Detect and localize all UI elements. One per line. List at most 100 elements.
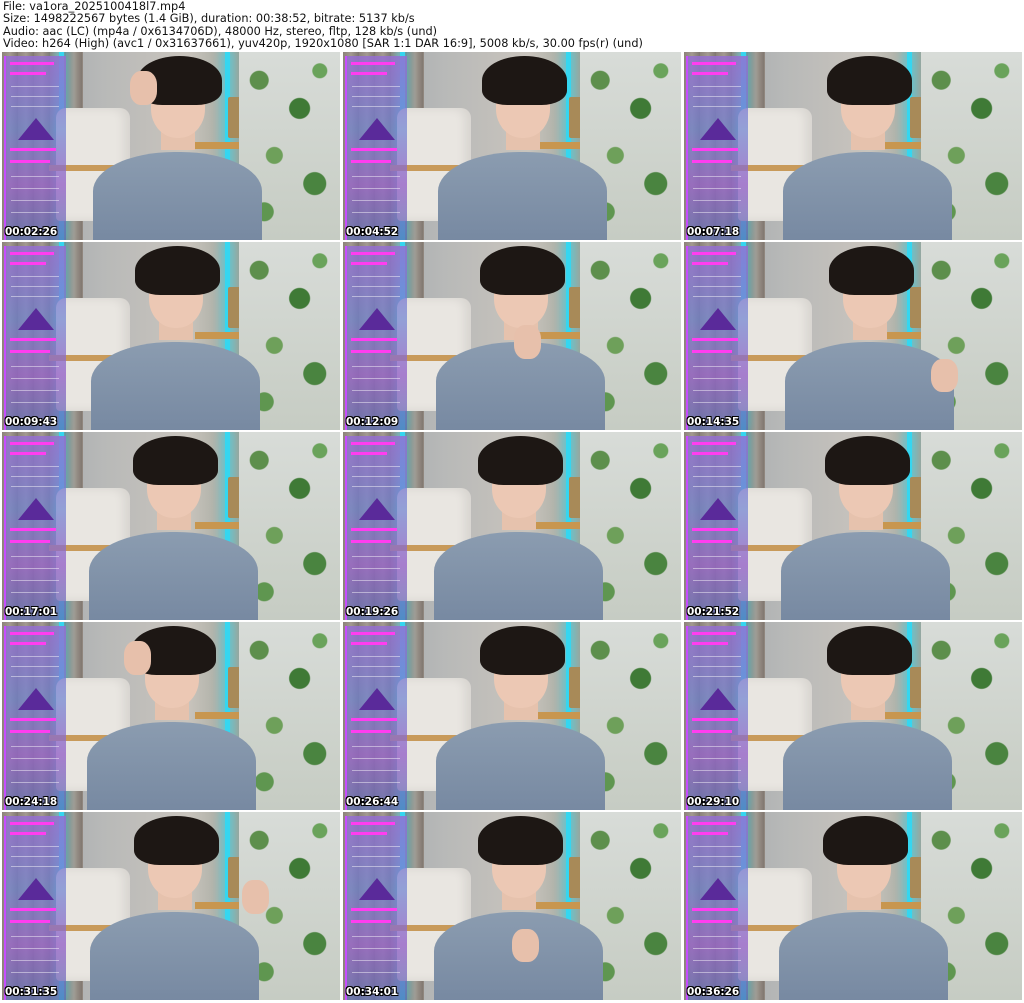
overlay-row bbox=[352, 592, 400, 593]
stream-overlay-panel bbox=[4, 626, 66, 810]
overlay-row bbox=[693, 770, 741, 771]
overlay-bar bbox=[692, 442, 736, 445]
hair bbox=[829, 245, 914, 295]
overlay-bar bbox=[351, 72, 387, 75]
hand bbox=[930, 358, 958, 393]
overlay-bar bbox=[692, 822, 736, 825]
overlay-row bbox=[352, 486, 400, 487]
overlay-bar bbox=[10, 452, 46, 455]
overlay-row bbox=[693, 656, 741, 657]
overlay-bar bbox=[692, 262, 728, 265]
overlay-row bbox=[352, 390, 400, 391]
overlay-row bbox=[693, 212, 741, 213]
overlay-row bbox=[693, 366, 741, 367]
timestamp: 00:31:35 bbox=[5, 986, 58, 998]
stream-overlay-panel bbox=[345, 56, 407, 240]
stream-overlay-panel bbox=[345, 816, 407, 1000]
overlay-bar bbox=[351, 442, 395, 445]
timestamp: 00:12:09 bbox=[346, 416, 399, 428]
overlay-bar bbox=[351, 730, 391, 733]
overlay-row bbox=[693, 296, 741, 297]
video-thumbnail: 00:14:35 bbox=[684, 242, 1022, 430]
overlay-graphic bbox=[18, 878, 54, 900]
overlay-graphic bbox=[18, 688, 54, 710]
overlay-row bbox=[352, 106, 400, 107]
overlay-row bbox=[11, 948, 59, 949]
hair bbox=[478, 815, 563, 865]
overlay-row bbox=[352, 276, 400, 277]
sweater bbox=[91, 342, 261, 430]
video-thumbnail: 00:09:43 bbox=[2, 242, 340, 430]
overlay-bar bbox=[692, 632, 736, 635]
video-thumbnail: 00:21:52 bbox=[684, 432, 1022, 620]
overlay-bar bbox=[351, 908, 397, 911]
stream-overlay-panel bbox=[686, 246, 748, 430]
overlay-row bbox=[352, 666, 400, 667]
overlay-row bbox=[11, 176, 59, 177]
timestamp: 00:29:10 bbox=[687, 796, 740, 808]
overlay-row bbox=[11, 676, 59, 677]
overlay-row bbox=[352, 758, 400, 759]
stream-overlay-panel bbox=[4, 436, 66, 620]
overlay-row bbox=[693, 856, 741, 857]
hair bbox=[823, 815, 908, 865]
overlay-row bbox=[352, 402, 400, 403]
overlay-bar bbox=[10, 832, 46, 835]
hair bbox=[478, 435, 563, 485]
overlay-row bbox=[11, 476, 59, 477]
overlay-bar bbox=[351, 642, 387, 645]
overlay-row bbox=[352, 466, 400, 467]
overlay-row bbox=[693, 592, 741, 593]
overlay-row bbox=[693, 276, 741, 277]
overlay-bar bbox=[692, 350, 732, 353]
overlay-bar bbox=[10, 528, 56, 531]
overlay-graphic bbox=[359, 498, 395, 520]
timestamp: 00:36:26 bbox=[687, 986, 740, 998]
timestamp: 00:09:43 bbox=[5, 416, 58, 428]
overlay-row bbox=[11, 276, 59, 277]
overlay-bar bbox=[351, 148, 397, 151]
overlay-graphic bbox=[700, 498, 736, 520]
stream-overlay-panel bbox=[4, 246, 66, 430]
timestamp: 00:07:18 bbox=[687, 226, 740, 238]
timestamp: 00:34:01 bbox=[346, 986, 399, 998]
overlay-row bbox=[693, 200, 741, 201]
sweater bbox=[90, 912, 260, 1000]
overlay-bar bbox=[10, 730, 50, 733]
overlay-graphic bbox=[359, 118, 395, 140]
overlay-bar bbox=[10, 252, 54, 255]
overlay-row bbox=[352, 476, 400, 477]
overlay-row bbox=[693, 960, 741, 961]
overlay-row bbox=[693, 580, 741, 581]
overlay-bar bbox=[351, 822, 395, 825]
overlay-row bbox=[693, 106, 741, 107]
sweater bbox=[434, 532, 604, 620]
overlay-row bbox=[11, 86, 59, 87]
overlay-graphic bbox=[18, 498, 54, 520]
hand bbox=[512, 928, 540, 963]
stream-overlay-panel bbox=[686, 816, 748, 1000]
hair bbox=[827, 55, 912, 105]
overlay-bar bbox=[692, 832, 728, 835]
overlay-bar bbox=[692, 730, 732, 733]
thumbnail-grid: 00:02:26 00:04:52 00:07:18 00:09:43 00:1… bbox=[2, 52, 1022, 1002]
video-info-line: Video: h264 (High) (avc1 / 0x31637661), … bbox=[3, 37, 643, 51]
overlay-row bbox=[693, 390, 741, 391]
hair bbox=[480, 625, 565, 675]
hair bbox=[825, 435, 910, 485]
overlay-bar bbox=[692, 338, 738, 341]
overlay-row bbox=[352, 86, 400, 87]
overlay-graphic bbox=[700, 688, 736, 710]
overlay-row bbox=[352, 770, 400, 771]
video-thumbnail: 00:34:01 bbox=[343, 812, 681, 1000]
overlay-row bbox=[11, 936, 59, 937]
timestamp: 00:14:35 bbox=[687, 416, 740, 428]
overlay-bar bbox=[10, 718, 56, 721]
overlay-bar bbox=[351, 452, 387, 455]
overlay-row bbox=[352, 568, 400, 569]
overlay-row bbox=[352, 176, 400, 177]
overlay-row bbox=[11, 96, 59, 97]
overlay-row bbox=[11, 856, 59, 857]
hair bbox=[134, 815, 219, 865]
overlay-row bbox=[11, 580, 59, 581]
